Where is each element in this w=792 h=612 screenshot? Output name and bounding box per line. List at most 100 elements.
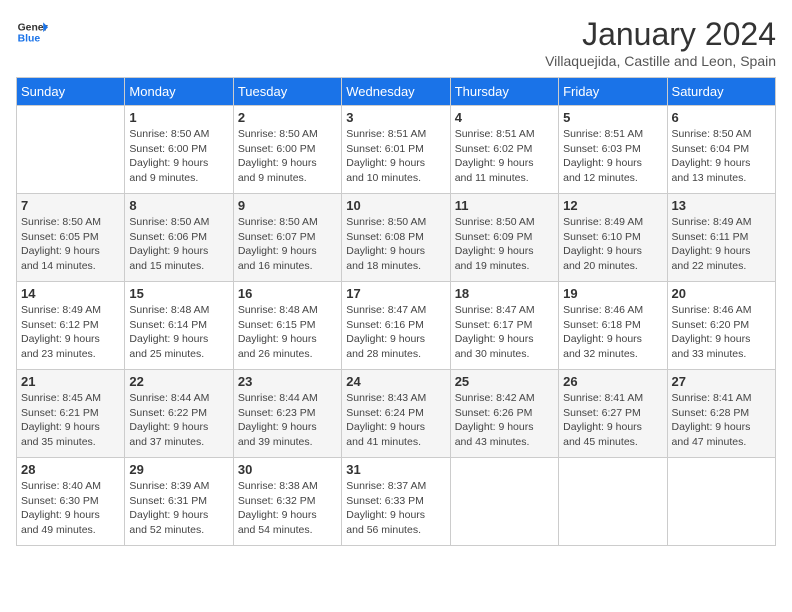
day-cell: 17 Sunrise: 8:47 AMSunset: 6:16 PMDayligh… [342,282,450,370]
day-number: 4 [455,110,554,125]
day-detail: Sunrise: 8:47 AMSunset: 6:16 PMDaylight:… [346,303,445,362]
calendar-body: 1 Sunrise: 8:50 AMSunset: 6:00 PMDaylight… [17,106,776,546]
day-cell: 29Sunrise: 8:39 AMSunset: 6:31 PMDayligh… [125,458,233,546]
day-detail: Sunrise: 8:40 AMSunset: 6:30 PMDaylight:… [21,479,120,538]
day-cell: 15 Sunrise: 8:48 AMSunset: 6:14 PMDayligh… [125,282,233,370]
day-cell [559,458,667,546]
header-row: SundayMondayTuesdayWednesdayThursdayFrid… [17,78,776,106]
day-detail: Sunrise: 8:46 AMSunset: 6:20 PMDaylight:… [672,303,771,362]
header-cell-sunday: Sunday [17,78,125,106]
day-detail: Sunrise: 8:50 AMSunset: 6:08 PMDaylight:… [346,215,445,274]
header-cell-thursday: Thursday [450,78,558,106]
day-detail: Sunrise: 8:43 AMSunset: 6:24 PMDaylight:… [346,391,445,450]
day-number: 2 [238,110,337,125]
day-cell: 27 Sunrise: 8:41 AMSunset: 6:28 PMDayligh… [667,370,775,458]
day-number: 19 [563,286,662,301]
day-number: 24 [346,374,445,389]
day-number: 29 [129,462,228,477]
day-cell [667,458,775,546]
day-number: 11 [455,198,554,213]
day-detail: Sunrise: 8:44 AMSunset: 6:22 PMDaylight:… [129,391,228,450]
day-detail: Sunrise: 8:41 AMSunset: 6:28 PMDaylight:… [672,391,771,450]
day-cell: 31 Sunrise: 8:37 AMSunset: 6:33 PMDayligh… [342,458,450,546]
day-detail: Sunrise: 8:49 AMSunset: 6:11 PMDaylight:… [672,215,771,274]
day-number: 22 [129,374,228,389]
title-area: January 2024 Villaquejida, Castille and … [545,16,776,69]
day-cell: 2 Sunrise: 8:50 AMSunset: 6:00 PMDaylight… [233,106,341,194]
day-cell: 25 Sunrise: 8:42 AMSunset: 6:26 PMDayligh… [450,370,558,458]
header-cell-monday: Monday [125,78,233,106]
week-row: 21 Sunrise: 8:45 AMSunset: 6:21 PMDayligh… [17,370,776,458]
week-row: 7 Sunrise: 8:50 AMSunset: 6:05 PMDaylight… [17,194,776,282]
day-detail: Sunrise: 8:48 AMSunset: 6:15 PMDaylight:… [238,303,337,362]
day-detail: Sunrise: 8:50 AMSunset: 6:06 PMDaylight:… [129,215,228,274]
day-cell: 5Sunrise: 8:51 AMSunset: 6:03 PMDaylight… [559,106,667,194]
day-detail: Sunrise: 8:44 AMSunset: 6:23 PMDaylight:… [238,391,337,450]
day-detail: Sunrise: 8:49 AMSunset: 6:12 PMDaylight:… [21,303,120,362]
day-detail: Sunrise: 8:50 AMSunset: 6:00 PMDaylight:… [238,127,337,186]
svg-text:Blue: Blue [18,34,41,45]
day-cell: 1 Sunrise: 8:50 AMSunset: 6:00 PMDaylight… [125,106,233,194]
day-number: 7 [21,198,120,213]
day-cell: 30 Sunrise: 8:38 AMSunset: 6:32 PMDayligh… [233,458,341,546]
day-number: 17 [346,286,445,301]
week-row: 1 Sunrise: 8:50 AMSunset: 6:00 PMDaylight… [17,106,776,194]
day-cell: 28 Sunrise: 8:40 AMSunset: 6:30 PMDayligh… [17,458,125,546]
day-number: 6 [672,110,771,125]
day-detail: Sunrise: 8:37 AMSunset: 6:33 PMDaylight:… [346,479,445,538]
day-cell: 6Sunrise: 8:50 AMSunset: 6:04 PMDaylight… [667,106,775,194]
day-cell: 20Sunrise: 8:46 AMSunset: 6:20 PMDayligh… [667,282,775,370]
day-cell: 10Sunrise: 8:50 AMSunset: 6:08 PMDayligh… [342,194,450,282]
day-number: 27 [672,374,771,389]
day-number: 31 [346,462,445,477]
day-detail: Sunrise: 8:50 AMSunset: 6:05 PMDaylight:… [21,215,120,274]
day-cell: 23Sunrise: 8:44 AMSunset: 6:23 PMDayligh… [233,370,341,458]
day-cell: 7 Sunrise: 8:50 AMSunset: 6:05 PMDaylight… [17,194,125,282]
header-cell-wednesday: Wednesday [342,78,450,106]
day-detail: Sunrise: 8:49 AMSunset: 6:10 PMDaylight:… [563,215,662,274]
calendar-subtitle: Villaquejida, Castille and Leon, Spain [545,53,776,69]
week-row: 14 Sunrise: 8:49 AMSunset: 6:12 PMDayligh… [17,282,776,370]
calendar-header: SundayMondayTuesdayWednesdayThursdayFrid… [17,78,776,106]
day-number: 5 [563,110,662,125]
day-detail: Sunrise: 8:50 AMSunset: 6:07 PMDaylight:… [238,215,337,274]
day-cell [17,106,125,194]
header-cell-friday: Friday [559,78,667,106]
day-cell: 19 Sunrise: 8:46 AMSunset: 6:18 PMDayligh… [559,282,667,370]
day-cell: 22 Sunrise: 8:44 AMSunset: 6:22 PMDayligh… [125,370,233,458]
day-number: 28 [21,462,120,477]
day-number: 8 [129,198,228,213]
day-cell: 9Sunrise: 8:50 AMSunset: 6:07 PMDaylight… [233,194,341,282]
day-detail: Sunrise: 8:51 AMSunset: 6:02 PMDaylight:… [455,127,554,186]
day-detail: Sunrise: 8:41 AMSunset: 6:27 PMDaylight:… [563,391,662,450]
day-number: 21 [21,374,120,389]
day-cell: 24 Sunrise: 8:43 AMSunset: 6:24 PMDayligh… [342,370,450,458]
day-cell: 14 Sunrise: 8:49 AMSunset: 6:12 PMDayligh… [17,282,125,370]
day-number: 25 [455,374,554,389]
day-number: 1 [129,110,228,125]
logo: General Blue [16,16,48,48]
day-cell: 13 Sunrise: 8:49 AMSunset: 6:11 PMDayligh… [667,194,775,282]
day-detail: Sunrise: 8:42 AMSunset: 6:26 PMDaylight:… [455,391,554,450]
day-cell: 4 Sunrise: 8:51 AMSunset: 6:02 PMDaylight… [450,106,558,194]
day-number: 15 [129,286,228,301]
day-cell: 16Sunrise: 8:48 AMSunset: 6:15 PMDayligh… [233,282,341,370]
day-detail: Sunrise: 8:51 AMSunset: 6:01 PMDaylight:… [346,127,445,186]
day-number: 13 [672,198,771,213]
day-detail: Sunrise: 8:48 AMSunset: 6:14 PMDaylight:… [129,303,228,362]
logo-icon: General Blue [16,16,48,48]
header-cell-saturday: Saturday [667,78,775,106]
day-number: 26 [563,374,662,389]
day-detail: Sunrise: 8:38 AMSunset: 6:32 PMDaylight:… [238,479,337,538]
day-number: 14 [21,286,120,301]
day-number: 12 [563,198,662,213]
day-detail: Sunrise: 8:50 AMSunset: 6:00 PMDaylight:… [129,127,228,186]
calendar-title: January 2024 [545,16,776,53]
day-detail: Sunrise: 8:46 AMSunset: 6:18 PMDaylight:… [563,303,662,362]
day-cell: 18Sunrise: 8:47 AMSunset: 6:17 PMDayligh… [450,282,558,370]
day-cell: 8 Sunrise: 8:50 AMSunset: 6:06 PMDaylight… [125,194,233,282]
day-detail: Sunrise: 8:45 AMSunset: 6:21 PMDaylight:… [21,391,120,450]
header: General Blue January 2024 Villaquejida, … [16,16,776,69]
day-number: 30 [238,462,337,477]
day-cell: 26 Sunrise: 8:41 AMSunset: 6:27 PMDayligh… [559,370,667,458]
